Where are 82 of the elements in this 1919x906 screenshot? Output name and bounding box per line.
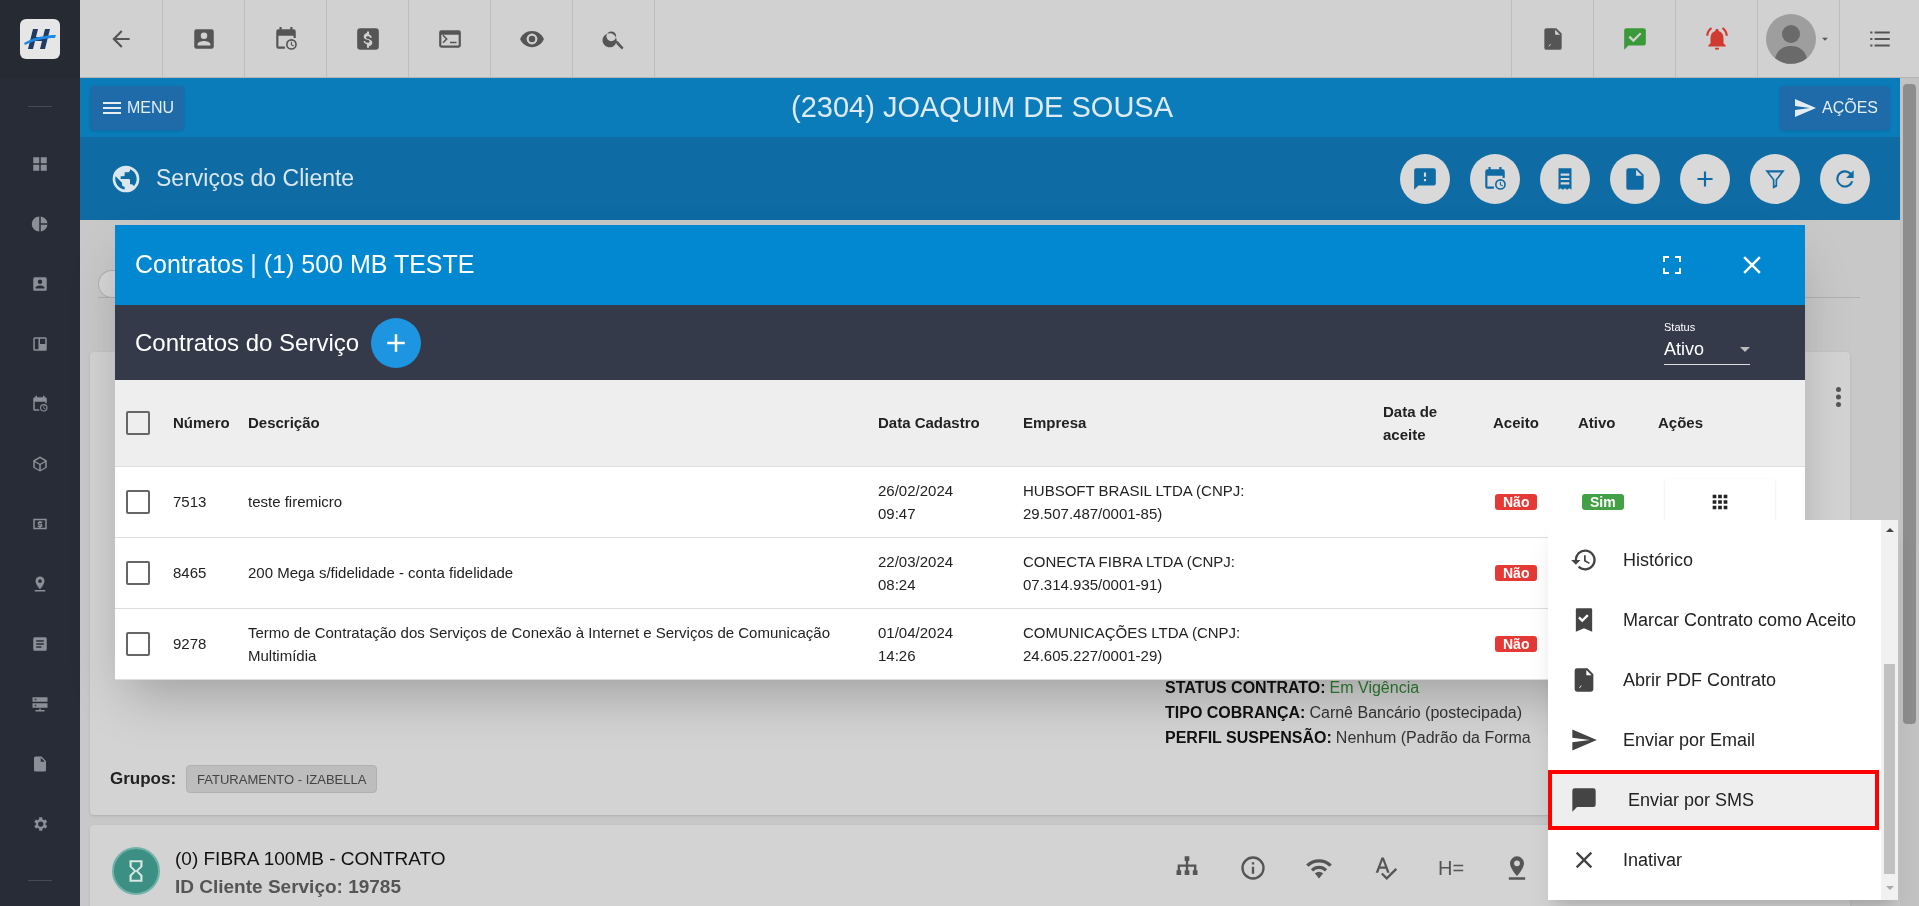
cube-icon	[31, 455, 49, 473]
scrollbar[interactable]	[1881, 520, 1898, 900]
actions-button[interactable]: AÇÕES	[1780, 85, 1890, 130]
table-cell: teste firemicro	[248, 493, 343, 511]
column-header: Data de aceite	[1383, 401, 1439, 445]
round-button[interactable]	[1820, 153, 1870, 204]
dollar-icon	[354, 25, 381, 52]
column-header: Ações	[1658, 414, 1704, 432]
table-cell-text: 01/04/2024 14:26	[878, 623, 955, 666]
detail-value: Nenhum (Padrão da Forma	[1335, 728, 1531, 748]
service-title: (0) FIBRA 100MB - CONTRATO	[175, 847, 446, 871]
column-header: Aceito	[1493, 414, 1539, 432]
service-action-button[interactable]	[1238, 853, 1268, 883]
status-badge: Não	[1495, 636, 1538, 652]
calendar-clock-icon	[1482, 165, 1508, 192]
more-icon	[1835, 387, 1841, 407]
column-header: Ativo	[1578, 414, 1616, 432]
alert-comment-icon	[1412, 165, 1438, 192]
column-header: Descrição	[248, 414, 320, 432]
service-action-button[interactable]: H=	[1436, 853, 1466, 883]
round-button[interactable]	[1470, 153, 1520, 204]
menu-item[interactable]: Inativar	[1548, 830, 1879, 890]
table-cell: 200 Mega s/fidelidade - conta fidelidade	[248, 564, 514, 582]
detail-label: STATUS CONTRATO:	[1165, 678, 1326, 698]
menu-item[interactable]: Enviar por Email	[1548, 710, 1879, 770]
document-list-icon	[31, 635, 49, 653]
customer-name: (2304) JOAQUIM DE SOUSA	[791, 89, 1173, 125]
detail-value: Em Vigência	[1329, 678, 1420, 698]
detail-label: TIPO COBRANÇA:	[1165, 703, 1306, 723]
fullscreen-icon	[1660, 253, 1684, 277]
dashboard-icon	[31, 155, 49, 173]
calendar-clock-icon	[31, 395, 49, 413]
table-cell-text: 22/03/2024 08:24	[878, 552, 955, 595]
status-badge: Não	[1495, 565, 1538, 581]
table-cell: 8465	[173, 563, 207, 581]
round-button[interactable]	[1610, 153, 1660, 204]
dialog-title: Contratos | (1) 500 MB TESTE	[135, 249, 476, 281]
checkbox[interactable]	[126, 632, 150, 656]
table-cell-text: COMUNICAÇÕES LTDA (CNPJ: 24.605.227/0001-29)	[1023, 623, 1242, 666]
alarm-bell-icon	[1703, 25, 1730, 52]
detail-label: PERFIL SUSPENSÃO:	[1165, 727, 1332, 748]
menu-button[interactable]: MENU	[90, 85, 185, 130]
menu-item[interactable]: Enviar por SMS	[1548, 770, 1879, 830]
service-id: ID Cliente Serviço: 19785	[175, 875, 401, 899]
round-button[interactable]	[1680, 153, 1730, 204]
round-button[interactable]	[1400, 153, 1450, 204]
status-badge: Sim	[1582, 494, 1624, 510]
group-tag: FATURAMENTO - IZABELLA	[186, 765, 378, 793]
contact-card-icon	[31, 275, 49, 293]
table-cell-text: HUBSOFT BRASIL LTDA (CNPJ: 29.507.487/0001-85)	[1023, 481, 1246, 524]
pie-chart-icon	[31, 215, 49, 233]
dialog-subtitle: Contratos do Serviço	[135, 327, 360, 358]
column-header: Data Cadastro	[878, 414, 980, 432]
scrollbar[interactable]	[1900, 78, 1919, 906]
document-icon	[31, 755, 49, 773]
menu-item[interactable]: Histórico	[1548, 530, 1879, 590]
info-icon	[1239, 854, 1267, 882]
column-header: Número	[173, 414, 230, 432]
checkbox[interactable]	[126, 490, 150, 514]
checkbox[interactable]	[126, 411, 150, 435]
logo-icon	[20, 19, 60, 59]
table-cell-text: 26/02/2024 09:47	[878, 481, 955, 524]
round-button[interactable]	[1540, 153, 1590, 204]
board-icon	[31, 335, 49, 353]
detail-value: Carnê Bancário (postecipada)	[1309, 703, 1522, 723]
status-select[interactable]: Status Ativo	[1664, 320, 1750, 365]
table-cell: 7513	[173, 492, 207, 510]
table-cell-text: CONECTA FIBRA LTDA (CNPJ: 07.314.935/0001-91)	[1023, 552, 1236, 595]
table-cell: Termo de Contratação dos Serviços de Conexão à Internet e Serviços de Comunicação Multimídia	[248, 623, 830, 664]
column-header: Empresa	[1023, 414, 1087, 432]
menu-item[interactable]: Marcar Contrato como Aceito	[1548, 590, 1879, 650]
checked-message-icon	[1621, 25, 1648, 52]
avatar-icon	[1765, 13, 1816, 64]
status-badge: Não	[1495, 494, 1538, 510]
menu-item[interactable]: Abrir PDF Contrato	[1548, 650, 1879, 710]
server-icon	[31, 695, 49, 713]
checkbox[interactable]	[126, 561, 150, 585]
section-title: Serviços do Cliente	[156, 164, 356, 194]
round-button[interactable]	[1750, 153, 1800, 204]
chat-bubble-icon	[1570, 786, 1598, 814]
groups-label: Grupos:	[110, 768, 177, 791]
table-cell: 9278	[173, 634, 207, 652]
